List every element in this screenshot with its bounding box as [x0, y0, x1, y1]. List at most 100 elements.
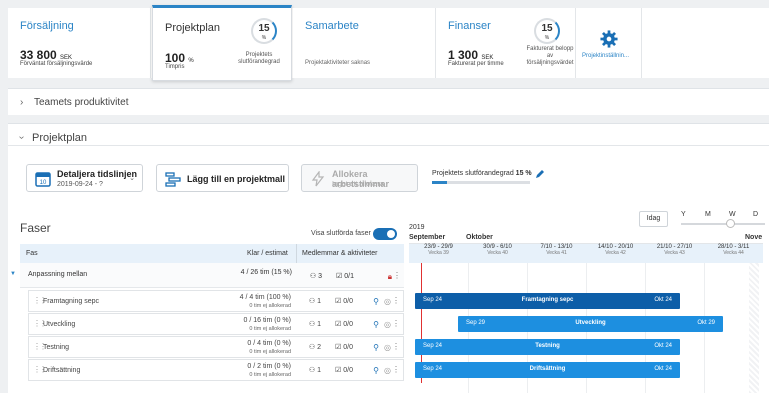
projectplan-title: Projektplan — [32, 132, 88, 144]
members-count[interactable]: ⚇ 2 — [309, 343, 321, 351]
detail-timeline-button[interactable]: 10 Detaljera tidslinjen 2019-09-24 - ? ⌄ — [26, 164, 143, 192]
phase-done: 0 / 4 tim (0 %) — [247, 340, 291, 347]
activities-count[interactable]: ☑ 0/0 — [335, 343, 353, 351]
plan-card[interactable]: Projektplan 100 % Timpris 15% Projektets… — [152, 5, 292, 81]
plan-completion-ring: 15% — [251, 18, 277, 44]
month-row: September Oktober Nove — [409, 233, 763, 244]
stats-bar: Försäljning 33 800 SEK Förväntat försälj… — [8, 5, 769, 81]
collab-title: Samarbete — [305, 20, 359, 32]
activities-count[interactable]: ☑ 0/0 — [335, 320, 353, 328]
link-icon[interactable]: ⚲ — [373, 343, 379, 352]
zoom-handle[interactable] — [726, 219, 735, 228]
zoom-m[interactable]: M — [705, 211, 711, 218]
phase-done: 0 / 2 tim (0 %) — [247, 363, 291, 370]
collab-caption: Projektaktiviteter saknas — [305, 60, 371, 66]
members-count[interactable]: ⚇ 1 — [309, 320, 321, 328]
sales-card[interactable]: Försäljning 33 800 SEK Förväntat försälj… — [8, 8, 151, 78]
col-done: Klar / estimat — [247, 250, 288, 257]
today-button[interactable]: Idag — [639, 211, 668, 227]
zoom-w[interactable]: W — [729, 211, 736, 218]
phase-name: Driftsättning — [43, 367, 81, 374]
week-cell: 23/9 - 29/9 Vecka 39 — [424, 244, 453, 256]
chevron-down-icon[interactable]: › — [16, 136, 27, 139]
bolt-icon — [310, 171, 326, 187]
lock-icon[interactable]: 🔒︎ — [388, 272, 392, 282]
link-icon[interactable]: ⚲ — [373, 366, 379, 375]
zoom-y[interactable]: Y — [681, 211, 686, 218]
bar-end: Okt 24 — [654, 297, 672, 303]
phases-title: Faser — [20, 221, 51, 235]
gantt-bar[interactable]: Sep 24 Framtagning sepc Okt 24 — [415, 293, 680, 309]
productivity-title: Teamets produktivitet — [34, 97, 129, 108]
caret-down-icon[interactable]: ▼ — [10, 271, 16, 277]
activities-count[interactable]: ☑ 0/0 — [335, 297, 353, 305]
sales-title: Försäljning — [20, 20, 74, 32]
bar-end: Okt 24 — [654, 343, 672, 349]
finance-title: Finanser — [448, 20, 491, 32]
more-icon[interactable]: ⋮ — [392, 342, 400, 351]
bar-name: Utveckling — [575, 320, 606, 326]
more-icon[interactable]: ⋮ — [392, 296, 400, 305]
bar-name: Driftsättning — [529, 366, 566, 372]
phase-row[interactable]: ⋮⋮ Testning 0 / 4 tim (0 %) 0 tim ej all… — [28, 336, 404, 358]
template-icon — [165, 171, 181, 187]
phase-row[interactable]: ⋮⋮ Driftsättning 0 / 2 tim (0 %) 0 tim e… — [28, 359, 404, 381]
gantt-bar[interactable]: Sep 24 Testning Okt 24 — [415, 339, 680, 355]
activities-count[interactable]: ☑ 0/1 — [336, 272, 354, 280]
gantt-year: 2019 — [409, 224, 425, 231]
finance-ring: 15% — [534, 18, 560, 44]
check-circle-icon[interactable]: ◎ — [384, 343, 391, 352]
zoom-slider[interactable]: Y M W D — [681, 211, 765, 229]
allocate-hours-button[interactable]: Allokera arbetstimmar Inget att allokera — [301, 164, 418, 192]
members-count[interactable]: ⚇ 1 — [309, 366, 321, 374]
link-icon[interactable]: ⚲ — [373, 320, 379, 329]
col-phase: Fas — [26, 250, 38, 257]
show-completed-label: Visa slutförda faser — [311, 230, 371, 237]
check-circle-icon[interactable]: ◎ — [384, 320, 391, 329]
check-circle-icon[interactable]: ◎ — [384, 366, 391, 375]
sales-value: 33 800 SEK — [20, 48, 73, 62]
gear-icon — [600, 30, 618, 48]
gantt-bar[interactable]: Sep 29 Utveckling Okt 29 — [458, 316, 723, 332]
add-template-button[interactable]: Lägg till en projektmall ⌄ — [156, 164, 289, 192]
allocate-hours-sub: Inget att allokera — [332, 181, 384, 188]
completion-label: Projektets slutförandegrad 15 % — [432, 170, 532, 177]
show-completed-toggle[interactable] — [373, 228, 397, 240]
phase-name: Testning — [43, 344, 70, 351]
week-cell: 28/10 - 3/11 Vecka 44 — [717, 244, 750, 256]
phase-group-row[interactable]: ▼ Anpassning mellan 4 / 26 tim (15 %) ⚇ … — [10, 263, 404, 288]
more-icon[interactable]: ⋮ — [392, 365, 400, 374]
activities-count[interactable]: ☑ 0/0 — [335, 366, 353, 374]
more-icon[interactable]: ⋮ — [392, 319, 400, 328]
chevron-right-icon[interactable]: › — [20, 97, 23, 108]
zoom-d[interactable]: D — [753, 211, 758, 218]
chevron-down-icon: ⌄ — [275, 175, 281, 182]
members-count[interactable]: ⚇ 3 — [310, 272, 322, 280]
productivity-section[interactable]: › Teamets produktivitet — [8, 88, 769, 115]
phase-name: Framtagning sepc — [43, 298, 100, 305]
chevron-down-icon: ⌄ — [129, 175, 135, 182]
collab-card[interactable]: Samarbete Projektaktiviteter saknas — [293, 8, 436, 78]
finance-value: 1 300 SEK — [448, 48, 494, 62]
settings-card[interactable]: Projektinställnin... — [578, 8, 642, 78]
phases-table-header: Fas Klar / estimat Medlemmar & aktivitet… — [20, 244, 404, 263]
plan-ring-caption: Projektets slutförandegrad — [238, 52, 280, 65]
plan-title: Projektplan — [165, 22, 221, 34]
svg-text:10: 10 — [40, 180, 47, 186]
check-circle-icon[interactable]: ◎ — [384, 297, 391, 306]
pencil-icon[interactable] — [535, 169, 545, 179]
phase-done: 0 / 16 tim (0 %) — [243, 317, 291, 324]
members-count[interactable]: ⚇ 1 — [309, 297, 321, 305]
detail-timeline-sub: 2019-09-24 - ? — [57, 181, 103, 188]
week-cell: 21/10 - 27/10 Vecka 43 — [656, 244, 693, 256]
gantt-bar[interactable]: Sep 24 Driftsättning Okt 24 — [415, 362, 680, 378]
finance-card[interactable]: Finanser 1 300 SEK Fakturerat per timme … — [436, 8, 576, 78]
phase-row[interactable]: ⋮⋮ Framtagning sepc 4 / 4 tim (100 %) 0 … — [28, 290, 404, 312]
add-template-label: Lägg till en projektmall — [187, 174, 286, 184]
more-icon[interactable]: ⋮ — [393, 271, 401, 280]
bar-name: Testning — [535, 343, 560, 349]
phase-name: Utveckling — [43, 321, 76, 328]
phase-row[interactable]: ⋮⋮ Utveckling 0 / 16 tim (0 %) 0 tim ej … — [28, 313, 404, 335]
week-cell: 30/9 - 6/10 Vecka 40 — [483, 244, 512, 256]
link-icon[interactable]: ⚲ — [373, 297, 379, 306]
